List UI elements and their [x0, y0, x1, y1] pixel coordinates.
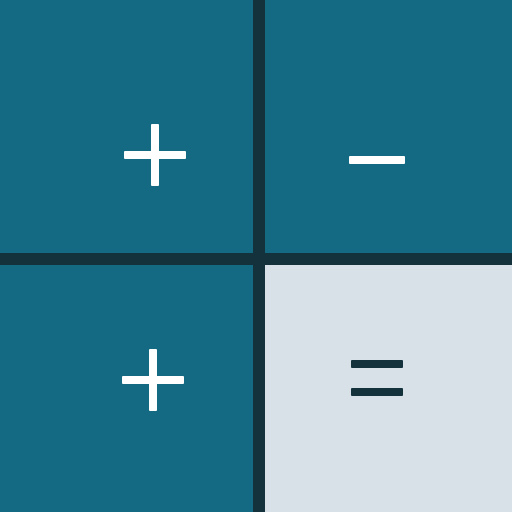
equals-bottom-bar [351, 388, 403, 396]
equals-top-bar [351, 360, 403, 368]
equals-icon [351, 360, 403, 396]
plus-key-top[interactable] [0, 0, 253, 253]
plus-icon [124, 124, 186, 186]
plus-key-bottom[interactable] [0, 265, 253, 512]
plus-vertical-bar [151, 124, 159, 186]
plus-icon [122, 349, 184, 411]
minus-key[interactable] [265, 0, 512, 253]
equals-key[interactable] [265, 265, 512, 512]
calculator-keypad [0, 0, 512, 512]
minus-icon [349, 156, 405, 164]
plus-vertical-bar [149, 349, 157, 411]
